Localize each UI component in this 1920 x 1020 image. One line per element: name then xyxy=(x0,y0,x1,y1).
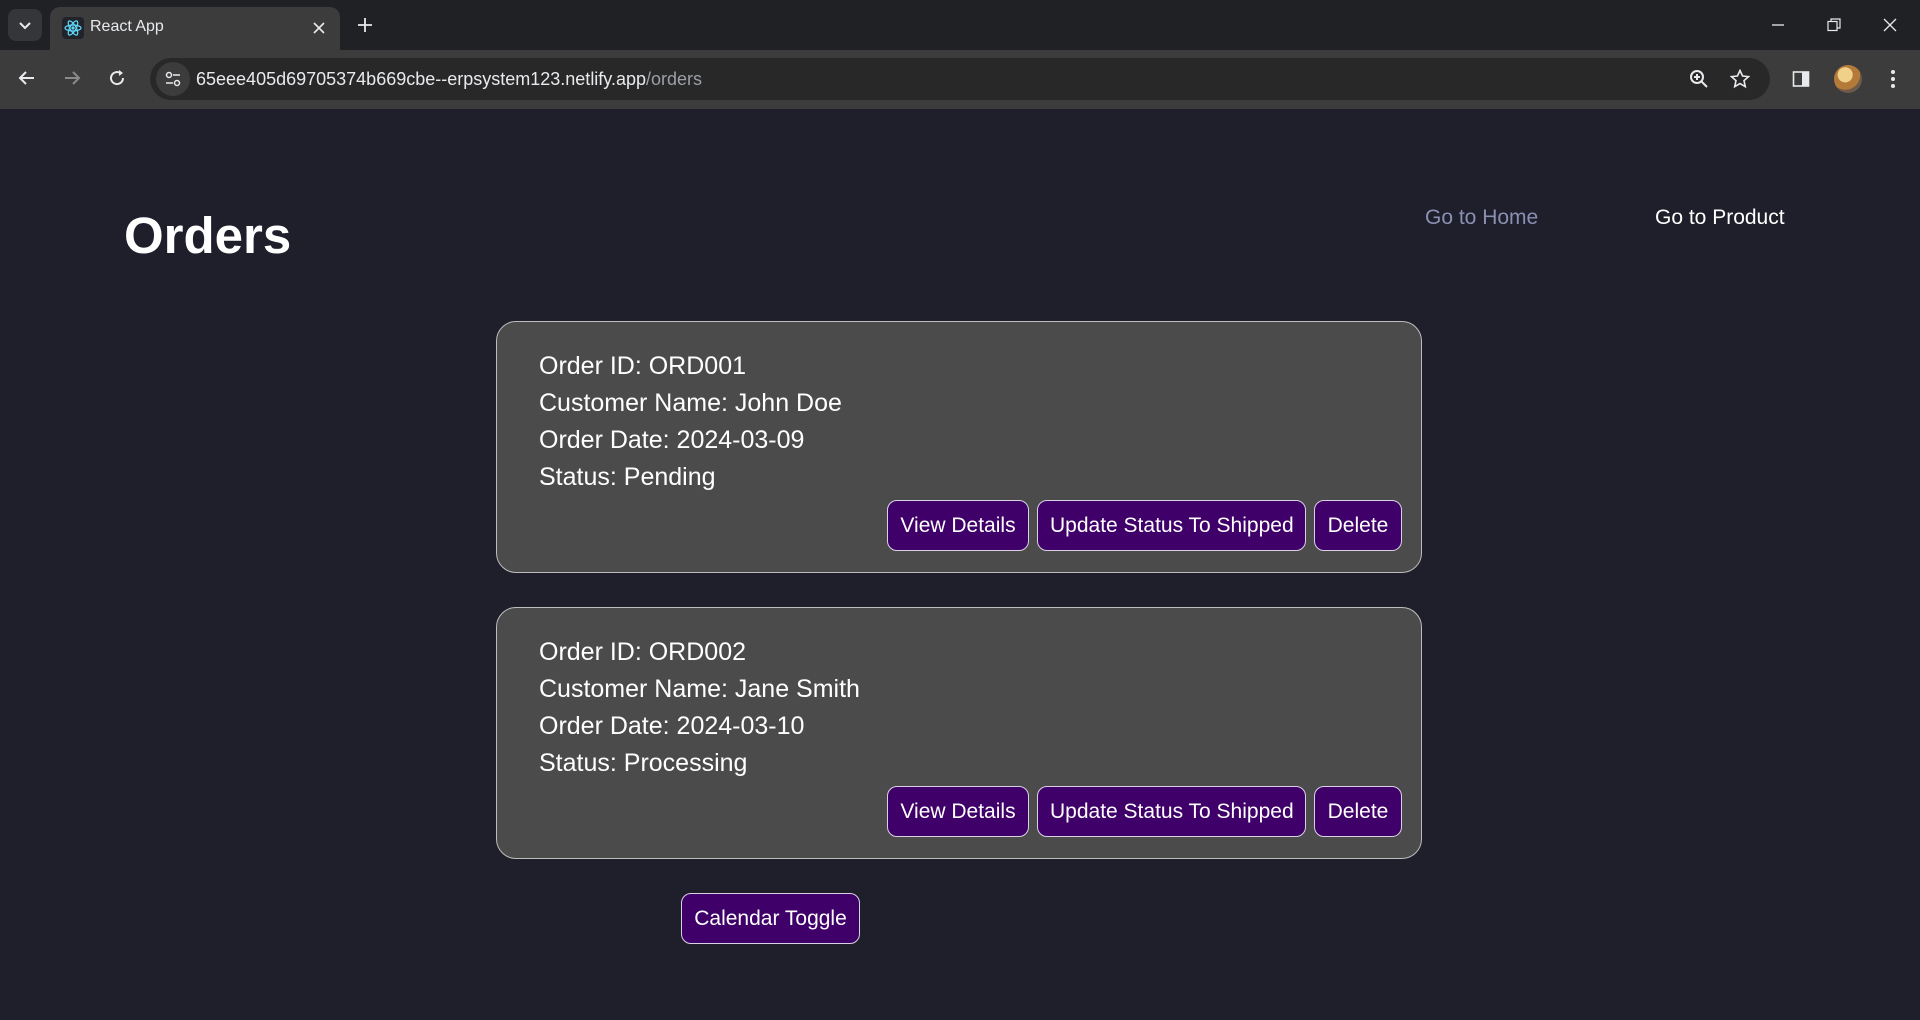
calendar-toggle-button[interactable]: Calendar Toggle xyxy=(681,893,860,944)
customer-name: Customer Name: Jane Smith xyxy=(539,675,860,703)
profile-avatar[interactable] xyxy=(1834,65,1862,93)
order-id: Order ID: ORD001 xyxy=(539,352,747,380)
back-arrow-icon[interactable] xyxy=(9,60,45,96)
go-to-home-link[interactable]: Go to Home xyxy=(1425,206,1538,230)
site-info-icon[interactable] xyxy=(156,62,190,96)
minimize-icon[interactable] xyxy=(1756,8,1800,42)
url-host: 65eee405d69705374b669cbe--erpsystem123.n… xyxy=(196,69,647,89)
page-content: Orders Go to Home Go to Product Order ID… xyxy=(0,109,1920,1020)
tab-strip: React App xyxy=(0,0,1920,50)
reload-icon[interactable] xyxy=(99,60,135,96)
order-status: Status: Pending xyxy=(539,463,716,491)
url-path: /orders xyxy=(646,69,703,89)
browser-chrome: React App 65eee405d69705374b669cbe--erps… xyxy=(0,0,1920,109)
browser-toolbar: 65eee405d69705374b669cbe--erpsystem123.n… xyxy=(0,50,1920,109)
page-title: Orders xyxy=(124,207,292,264)
tab-title: React App xyxy=(90,18,164,35)
react-favicon-icon xyxy=(62,17,84,39)
order-status: Status: Processing xyxy=(539,749,748,777)
restore-icon[interactable] xyxy=(1812,8,1856,42)
order-card: Order ID: ORD001 Customer Name: John Doe… xyxy=(496,321,1422,573)
star-icon[interactable] xyxy=(1726,65,1754,93)
order-date: Order Date: 2024-03-10 xyxy=(539,712,805,740)
url-text: 65eee405d69705374b669cbe--erpsystem123.n… xyxy=(196,69,702,90)
window-close-icon[interactable] xyxy=(1868,8,1912,42)
zoom-icon[interactable] xyxy=(1685,65,1713,93)
view-details-button[interactable]: View Details xyxy=(887,500,1029,551)
address-bar[interactable]: 65eee405d69705374b669cbe--erpsystem123.n… xyxy=(150,58,1770,100)
active-tab[interactable]: React App xyxy=(50,7,340,50)
more-menu-icon[interactable] xyxy=(1876,62,1910,96)
order-date: Order Date: 2024-03-09 xyxy=(539,426,805,454)
view-details-button[interactable]: View Details xyxy=(887,786,1029,837)
delete-button[interactable]: Delete xyxy=(1314,786,1402,837)
forward-arrow-icon[interactable] xyxy=(54,60,90,96)
update-status-button[interactable]: Update Status To Shipped xyxy=(1037,786,1306,837)
plus-icon[interactable] xyxy=(352,12,378,38)
order-card: Order ID: ORD002 Customer Name: Jane Smi… xyxy=(496,607,1422,859)
go-to-product-link[interactable]: Go to Product xyxy=(1655,206,1785,230)
tab-search-icon[interactable] xyxy=(8,9,42,41)
update-status-button[interactable]: Update Status To Shipped xyxy=(1037,500,1306,551)
order-id: Order ID: ORD002 xyxy=(539,638,747,666)
close-icon[interactable] xyxy=(308,17,330,39)
delete-button[interactable]: Delete xyxy=(1314,500,1402,551)
side-panel-icon[interactable] xyxy=(1784,62,1818,96)
customer-name: Customer Name: John Doe xyxy=(539,389,842,417)
